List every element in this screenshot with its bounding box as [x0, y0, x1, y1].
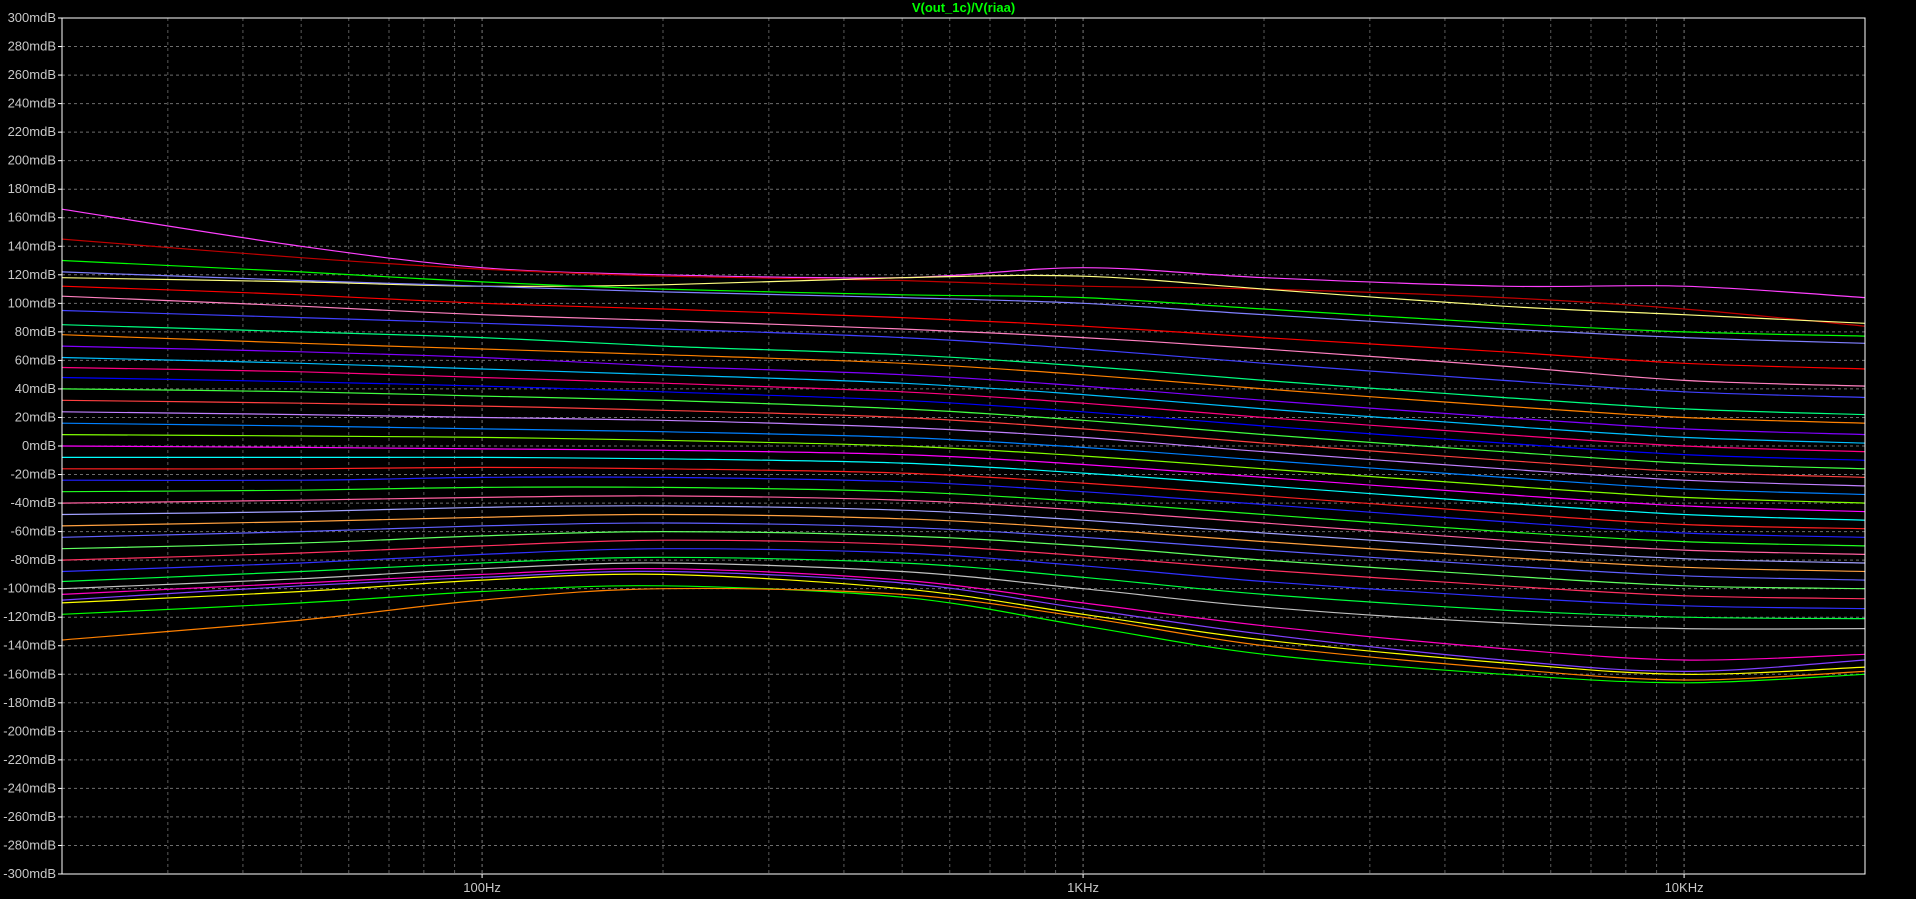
y-tick-label: 80mdB	[15, 324, 56, 339]
x-tick-label: 1KHz	[1067, 880, 1099, 895]
y-tick-label: 160mdB	[8, 210, 56, 225]
y-tick-label: 300mdB	[8, 10, 56, 25]
y-tick-label: -160mdB	[3, 666, 56, 681]
x-tick-label: 100Hz	[463, 880, 501, 895]
y-tick-label: 60mdB	[15, 352, 56, 367]
chart-svg: 300mdB 280mdB 260mdB 240mdB 220mdB 200mdB 180m…	[0, 0, 1916, 899]
y-tick-label: 0mdB	[22, 438, 56, 453]
trace-title[interactable]: V(out_1c)/V(riaa)	[912, 0, 1015, 15]
y-tick-label: -180mdB	[3, 695, 56, 710]
y-tick-label: -20mdB	[10, 467, 56, 482]
y-tick-label: -60mdB	[10, 524, 56, 539]
y-tick-label: 140mdB	[8, 238, 56, 253]
y-tick-label: 20mdB	[15, 409, 56, 424]
x-tick-label: 10KHz	[1665, 880, 1704, 895]
y-tick-label: 280mdB	[8, 39, 56, 54]
y-tick-label: 200mdB	[8, 153, 56, 168]
y-tick-label: -280mdB	[3, 837, 56, 852]
y-tick-label: -300mdB	[3, 866, 56, 881]
y-tick-label: -200mdB	[3, 723, 56, 738]
y-tick-label: -40mdB	[10, 495, 56, 510]
y-tick-label: 180mdB	[8, 181, 56, 196]
y-tick-label: -220mdB	[3, 752, 56, 767]
y-tick-label: -260mdB	[3, 809, 56, 824]
y-tick-label: -240mdB	[3, 780, 56, 795]
y-tick-label: 260mdB	[8, 67, 56, 82]
y-tick-label: 100mdB	[8, 295, 56, 310]
y-tick-label: 240mdB	[8, 96, 56, 111]
y-tick-label: 120mdB	[8, 267, 56, 282]
y-tick-label: -100mdB	[3, 581, 56, 596]
y-tick-label: -80mdB	[10, 552, 56, 567]
y-tick-label: -120mdB	[3, 609, 56, 624]
y-tick-label: -140mdB	[3, 638, 56, 653]
chart-background	[0, 0, 1916, 899]
y-tick-label: 40mdB	[15, 381, 56, 396]
chart-area: 300mdB 280mdB 260mdB 240mdB 220mdB 200mdB 180m…	[0, 0, 1916, 899]
y-tick-label: 220mdB	[8, 124, 56, 139]
